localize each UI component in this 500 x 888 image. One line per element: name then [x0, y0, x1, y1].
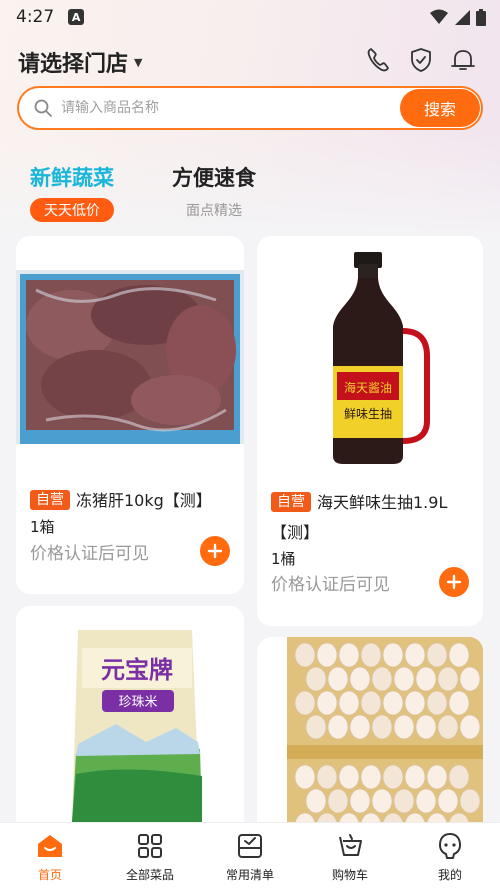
tab-subtitle: 面点精选: [186, 203, 242, 219]
home-icon: [38, 835, 62, 857]
tab-title: 方便速食: [172, 166, 256, 190]
nav-profile[interactable]: 我的: [400, 823, 500, 888]
search-input[interactable]: [61, 100, 400, 116]
soy-label-product: 鲜味生抽: [344, 407, 392, 421]
nav-cart[interactable]: 购物车: [300, 823, 400, 888]
signal-icon: [455, 10, 470, 25]
nav-common-list-label: 常用清单: [225, 868, 274, 882]
battery-icon: [476, 8, 486, 26]
product-price: 价格认证后可见: [271, 575, 390, 595]
grid-icon: [138, 834, 162, 858]
store-selector[interactable]: 请选择门店 ▼: [18, 46, 142, 78]
caret-down-icon: ▼: [134, 55, 143, 69]
product-card[interactable]: 海天酱油 鲜味生抽 自营 海天鲜味生抽1.9L【测】 1桶 价格认证后可见: [257, 236, 483, 626]
notification-icon: A: [68, 9, 85, 25]
phone-icon[interactable]: [364, 46, 392, 74]
profile-icon: [439, 833, 461, 859]
add-to-cart-button[interactable]: [200, 536, 230, 566]
self-operated-tag: 自营: [271, 492, 311, 512]
product-card[interactable]: 自营 冻猪肝10kg【测】 1箱 价格认证后可见: [16, 236, 244, 594]
product-image: [16, 270, 244, 444]
product-unit: 1箱: [30, 518, 55, 536]
search-icon: [34, 99, 52, 117]
shield-check-icon[interactable]: [407, 46, 435, 74]
checklist-icon: [238, 834, 262, 858]
product-card[interactable]: [257, 637, 483, 837]
bell-icon[interactable]: [449, 46, 477, 74]
bottom-nav: 首页 全部菜品 常用清单 购物车 我的: [0, 822, 500, 888]
nav-all-dishes[interactable]: 全部菜品: [100, 823, 200, 888]
product-card[interactable]: 元宝牌 珍珠米: [16, 606, 244, 836]
product-name: 冻猪肝10kg【测】: [76, 491, 212, 510]
rice-brand-text: 元宝牌: [101, 656, 173, 684]
nav-all-dishes-label: 全部菜品: [125, 868, 174, 882]
tab-fresh-vegetables[interactable]: 新鲜蔬菜 天天低价: [24, 162, 120, 222]
plus-icon: [446, 574, 462, 590]
store-selector-label: 请选择门店: [18, 52, 129, 77]
nav-common-list[interactable]: 常用清单: [200, 823, 300, 888]
product-image: [257, 637, 483, 837]
soy-label-brand: 海天酱油: [344, 380, 392, 395]
status-time: 4:27: [16, 7, 55, 27]
product-price: 价格认证后可见: [30, 544, 149, 564]
product-image: 海天酱油 鲜味生抽: [257, 246, 483, 472]
rice-sub-text: 珍珠米: [118, 695, 157, 710]
search-bar: 搜索: [17, 86, 483, 130]
product-title: 自营 冻猪肝10kg【测】: [30, 486, 234, 516]
product-unit: 1桶: [271, 550, 296, 568]
product-title: 自营 海天鲜味生抽1.9L【测】: [271, 488, 473, 548]
tab-badge: 天天低价: [30, 198, 114, 222]
status-bar: 4:27 A: [0, 0, 500, 34]
nav-home[interactable]: 首页: [0, 823, 100, 888]
wifi-icon: [430, 9, 448, 24]
tab-instant-food[interactable]: 方便速食 面点精选: [166, 162, 262, 220]
tab-title: 新鲜蔬菜: [30, 166, 114, 190]
header: 请选择门店 ▼: [0, 40, 500, 84]
product-image: 元宝牌 珍珠米: [16, 624, 244, 822]
nav-profile-label: 我的: [437, 868, 462, 882]
nav-cart-label: 购物车: [331, 868, 368, 882]
plus-icon: [207, 543, 223, 559]
add-to-cart-button[interactable]: [439, 567, 469, 597]
nav-home-label: 首页: [37, 868, 62, 882]
self-operated-tag: 自营: [30, 490, 70, 510]
search-button[interactable]: 搜索: [400, 89, 480, 127]
cart-icon: [339, 834, 362, 856]
